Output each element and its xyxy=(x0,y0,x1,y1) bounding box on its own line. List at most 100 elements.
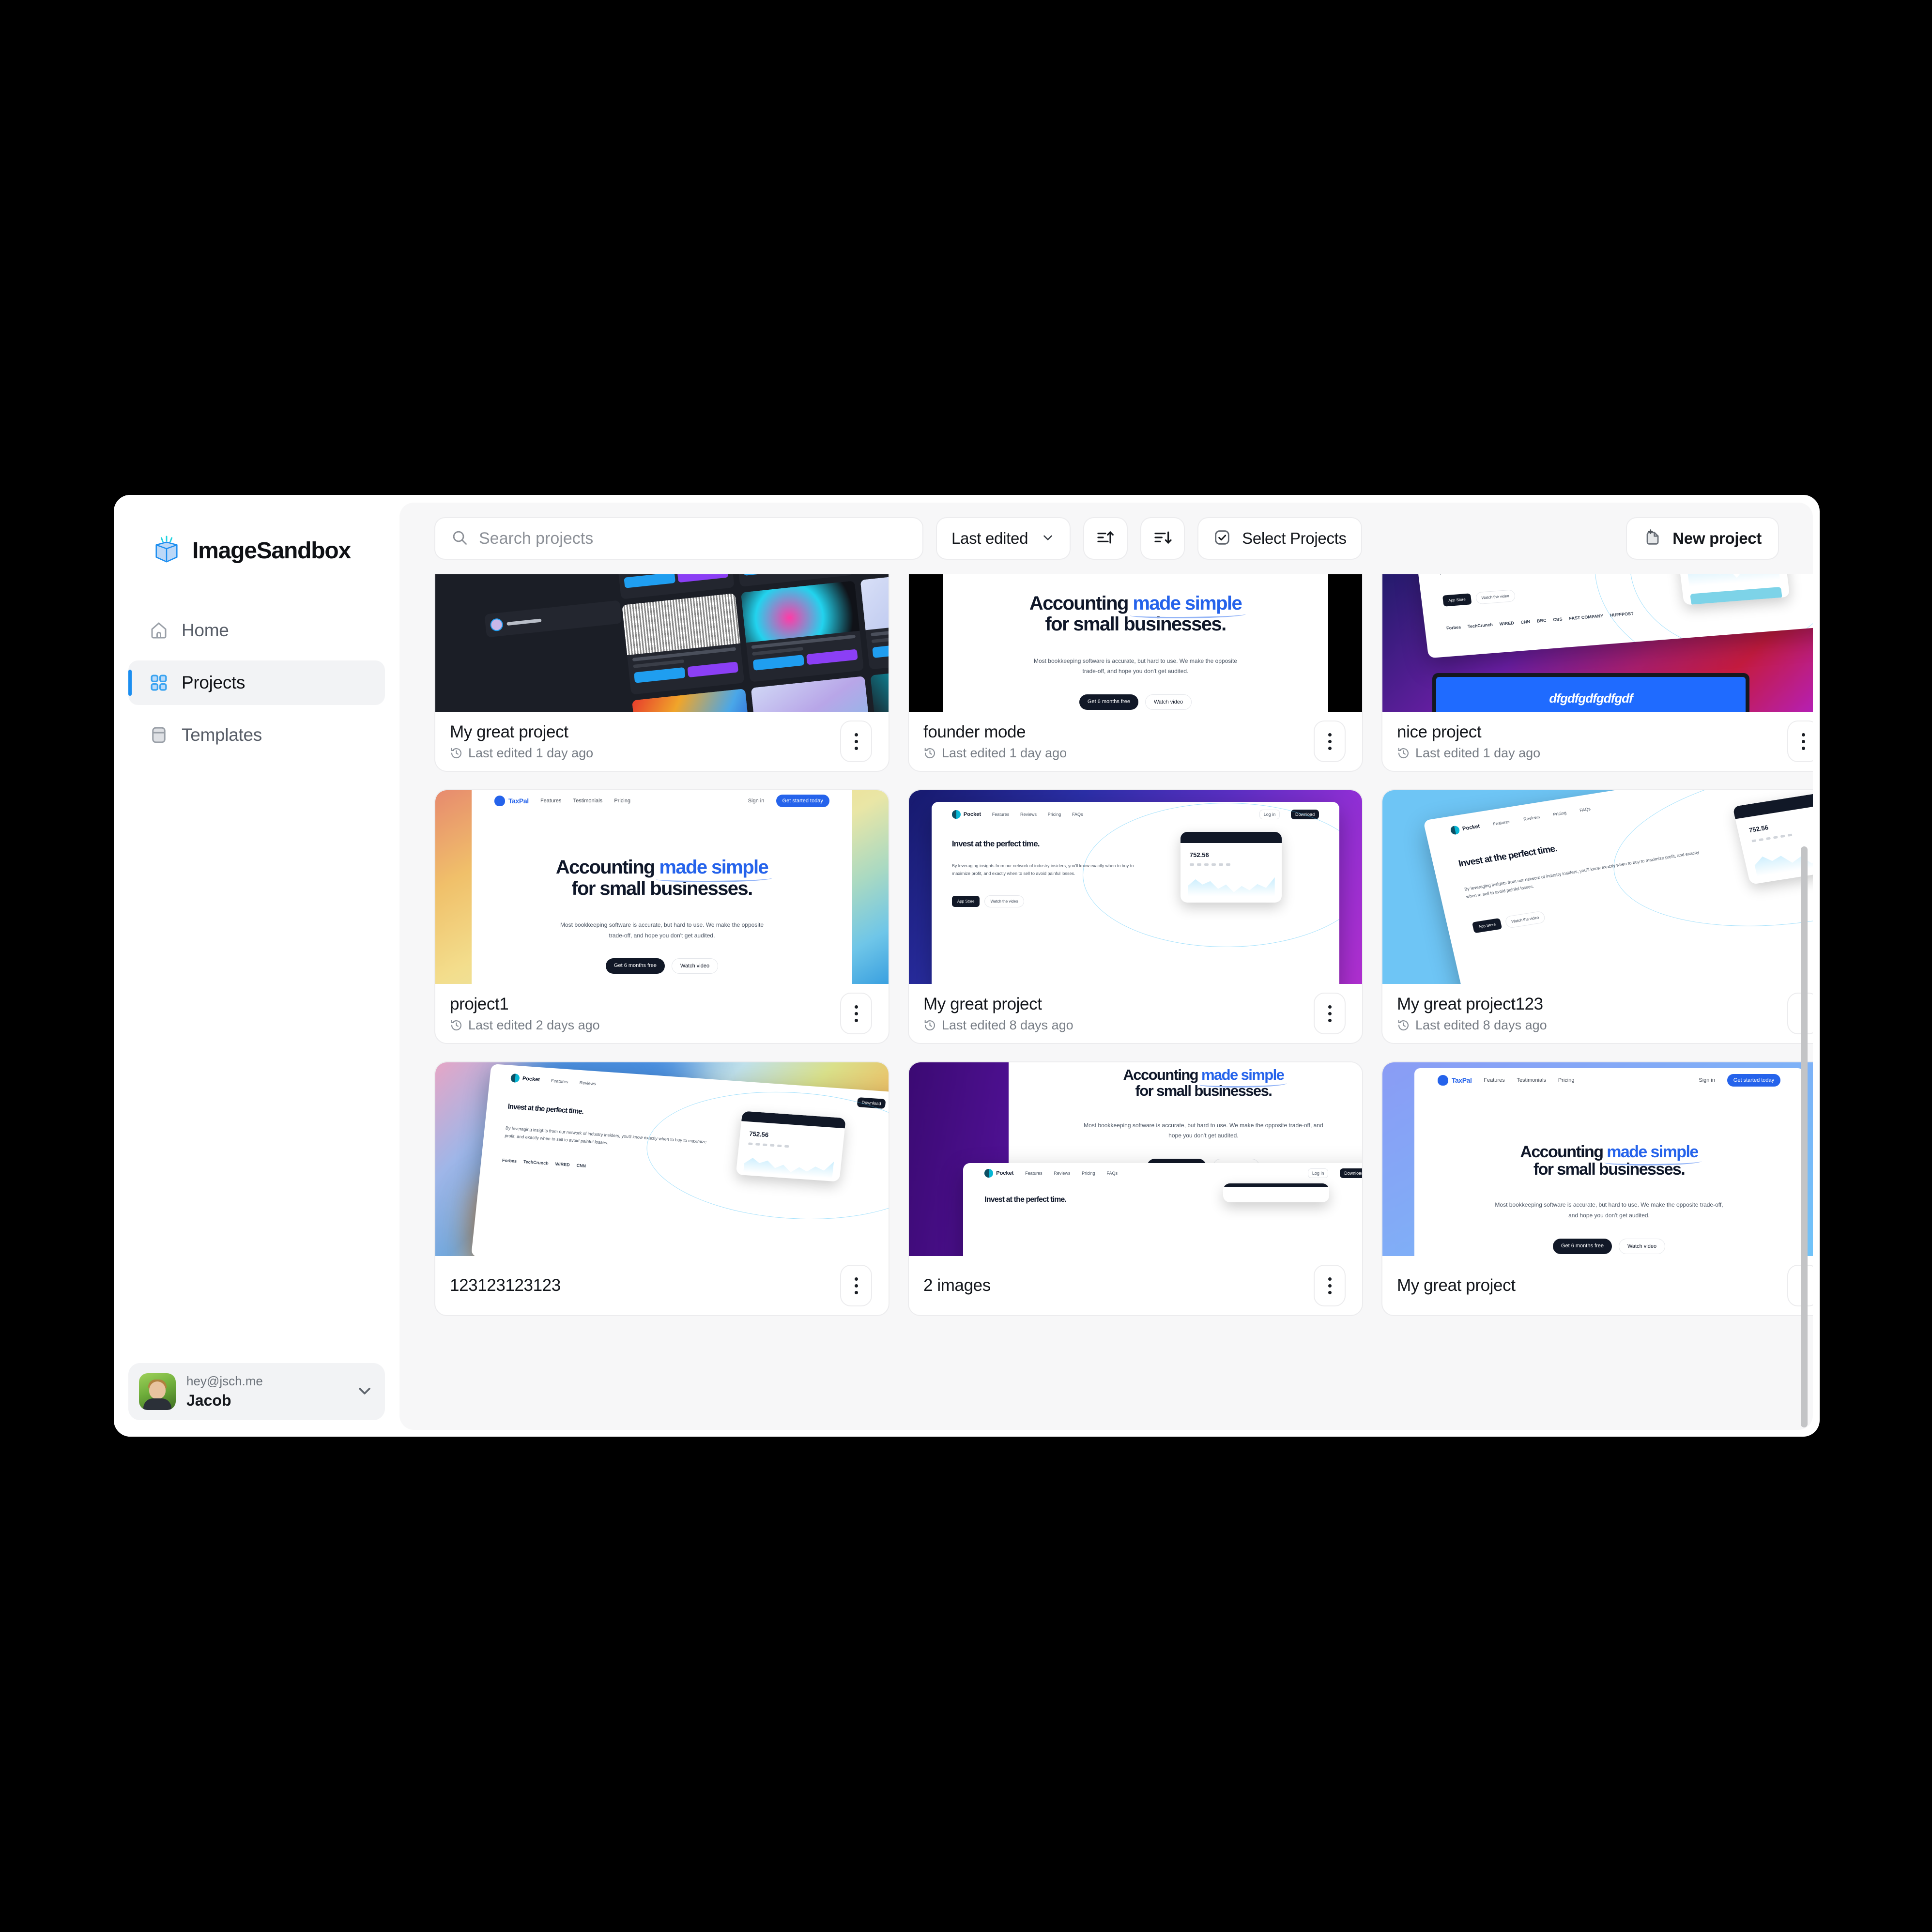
pocket-nav-link: Features xyxy=(551,1078,568,1085)
project-card[interactable]: Pocket Log in Download Invest at the per… xyxy=(1381,574,1813,772)
project-thumbnail: Pocket Features Reviews Pricing FAQs Log… xyxy=(909,790,1362,984)
project-title: nice project xyxy=(1397,722,1482,741)
user-name: Jacob xyxy=(186,1391,231,1409)
pocket-nav-link: Reviews xyxy=(579,1080,596,1087)
project-menu-button[interactable] xyxy=(840,1265,872,1306)
search-input[interactable]: Search projects xyxy=(434,517,923,560)
taxpal-headline-2: made simple xyxy=(659,857,768,878)
project-menu-button[interactable] xyxy=(1314,721,1346,762)
pocket-nav-link: Pricing xyxy=(1047,812,1061,817)
user-meta: hey@jsch.me Jacob xyxy=(186,1373,344,1410)
project-menu-button[interactable] xyxy=(1314,1265,1346,1306)
taxpal-signin-link: Sign in xyxy=(1699,1077,1715,1083)
select-projects-button[interactable]: Select Projects xyxy=(1197,517,1362,560)
watch-video-button: Watch the video xyxy=(1475,589,1516,605)
new-project-button[interactable]: New project xyxy=(1626,517,1779,560)
taxpal-primary-button: Get 6 months free xyxy=(1552,1238,1612,1254)
sidebar-item-templates[interactable]: Templates xyxy=(128,713,385,757)
project-card[interactable]: Pocket Features Reviews Pricing FAQs Log… xyxy=(908,789,1363,1044)
project-subtitle-row: Last edited 1 day ago xyxy=(1397,746,1781,761)
projects-grid: Last edited 1 day ago xyxy=(399,574,1813,1316)
project-card[interactable]: Accounting made simple for small busines… xyxy=(908,1061,1363,1316)
taxpal-nav-link: Pricing xyxy=(1558,1077,1575,1083)
sort-descending-icon xyxy=(1153,528,1172,550)
project-card[interactable]: My great project Last edited 1 day ago xyxy=(434,574,889,772)
project-menu-button[interactable] xyxy=(840,993,872,1034)
project-card[interactable]: TaxPal Features Testimonials Pricing Sig… xyxy=(434,789,889,1044)
sidebar: ImageSandbox Home Projects Templates hey… xyxy=(114,495,399,1437)
project-thumbnail xyxy=(435,574,889,712)
sort-ascending-button[interactable] xyxy=(1083,517,1128,560)
taxpal-headline-1: Accounting xyxy=(555,857,656,878)
pocket-nav-link: Pricing xyxy=(1552,810,1567,817)
taxpal-headline-2: made simple xyxy=(1201,1066,1285,1083)
user-account-card[interactable]: hey@jsch.me Jacob xyxy=(128,1363,385,1420)
project-title: 123123123123 xyxy=(450,1276,561,1295)
blue-strip-text: dfgdfgdfgdfgdf xyxy=(1436,677,1746,712)
taxpal-headline-1: Accounting xyxy=(1520,1142,1604,1161)
main-panel: Search projects Last edited Select Proje… xyxy=(399,503,1813,1430)
clock-history-icon xyxy=(450,1019,463,1032)
new-file-plus-icon xyxy=(1643,528,1662,549)
project-title: My great project xyxy=(923,994,1042,1013)
pocket-nav-link: Reviews xyxy=(1020,812,1037,817)
select-projects-label: Select Projects xyxy=(1242,529,1347,547)
pocket-nav-link: FAQs xyxy=(1106,1170,1118,1176)
sidebar-item-projects-label: Projects xyxy=(182,673,245,692)
project-thumbnail: Pocket Features Reviews Pricing FAQs Log… xyxy=(1382,790,1813,984)
sort-descending-button[interactable] xyxy=(1140,517,1185,560)
press-logo: TechCrunch xyxy=(1467,622,1493,629)
pocket-logo-label: Pocket xyxy=(1462,823,1481,832)
taxpal-headline-2: made simple xyxy=(1133,592,1242,614)
taxpal-nav-link: Testimonials xyxy=(573,798,603,804)
clock-history-icon xyxy=(450,747,463,760)
avatar xyxy=(139,1373,176,1410)
taxpal-secondary-button: Watch video xyxy=(1145,694,1192,710)
project-thumbnail: Accounting made simple for small busines… xyxy=(909,1062,1362,1256)
pocket-nav-link: FAQs xyxy=(1579,806,1591,813)
project-card[interactable]: TaxPal Features Testimonials Pricing Sig… xyxy=(1381,1061,1813,1316)
sidebar-item-templates-label: Templates xyxy=(182,725,262,745)
toolbar: Search projects Last edited Select Proje… xyxy=(399,503,1813,574)
project-card[interactable]: TaxPal Features Testimonials Pricing Sig… xyxy=(908,574,1363,772)
project-card[interactable]: Pocket Features Reviews Download Invest … xyxy=(434,1061,889,1316)
project-title: 2 images xyxy=(923,1276,991,1295)
taxpal-subtext: Most bookkeeping software is accurate, b… xyxy=(1033,657,1237,675)
project-subtitle-row: Last edited 1 day ago xyxy=(450,746,834,761)
sort-select[interactable]: Last edited xyxy=(936,517,1071,560)
project-subtitle: Last edited 8 days ago xyxy=(1415,1017,1547,1032)
chevron-down-icon[interactable] xyxy=(355,1381,374,1403)
watch-video-button: Watch the video xyxy=(984,895,1024,907)
taxpal-cta-button: Get started today xyxy=(1727,1073,1781,1087)
press-logo: Forbes xyxy=(502,1157,517,1164)
taxpal-logo-label: TaxPal xyxy=(1451,1076,1472,1084)
projects-scroll-region[interactable]: Last edited 1 day ago xyxy=(399,574,1813,1430)
taxpal-nav-link: Testimonials xyxy=(1517,1077,1547,1083)
taxpal-cta-button: Get started today xyxy=(776,795,829,807)
clock-history-icon xyxy=(923,1019,936,1032)
press-logo: CBS xyxy=(1552,616,1563,622)
sidebar-item-home[interactable]: Home xyxy=(128,608,385,653)
sidebar-item-projects[interactable]: Projects xyxy=(128,660,385,705)
taxpal-headline-1: Accounting xyxy=(1029,592,1129,614)
project-menu-button[interactable] xyxy=(840,721,872,762)
pocket-nav-link: Reviews xyxy=(1054,1170,1071,1176)
taxpal-primary-button: Get 6 months free xyxy=(605,958,665,974)
press-logo: BBC xyxy=(1536,617,1547,624)
taxpal-subtext: Most bookkeeping software is accurate, b… xyxy=(1084,1121,1323,1139)
pocket-headline: Invest at the perfect time. xyxy=(984,1196,1067,1204)
project-thumbnail: TaxPal Features Testimonials Pricing Sig… xyxy=(1382,1062,1813,1256)
vertical-scrollbar[interactable] xyxy=(1799,575,1809,1427)
clock-history-icon xyxy=(1397,747,1410,760)
project-card[interactable]: Pocket Features Reviews Pricing FAQs Log… xyxy=(1381,789,1813,1044)
project-menu-button[interactable] xyxy=(1314,993,1346,1034)
checkbox-check-icon xyxy=(1213,528,1231,549)
appstore-badge: App Store xyxy=(951,895,980,907)
pocket-logo-label: Pocket xyxy=(963,812,981,817)
grid-squares-icon xyxy=(149,673,169,693)
press-logo: TechCrunch xyxy=(523,1159,549,1166)
pocket-nav-link: Features xyxy=(992,812,1010,817)
clock-history-icon xyxy=(1397,1019,1410,1032)
scrollbar-thumb[interactable] xyxy=(1801,846,1808,1427)
appstore-badge: App Store xyxy=(1442,593,1472,607)
